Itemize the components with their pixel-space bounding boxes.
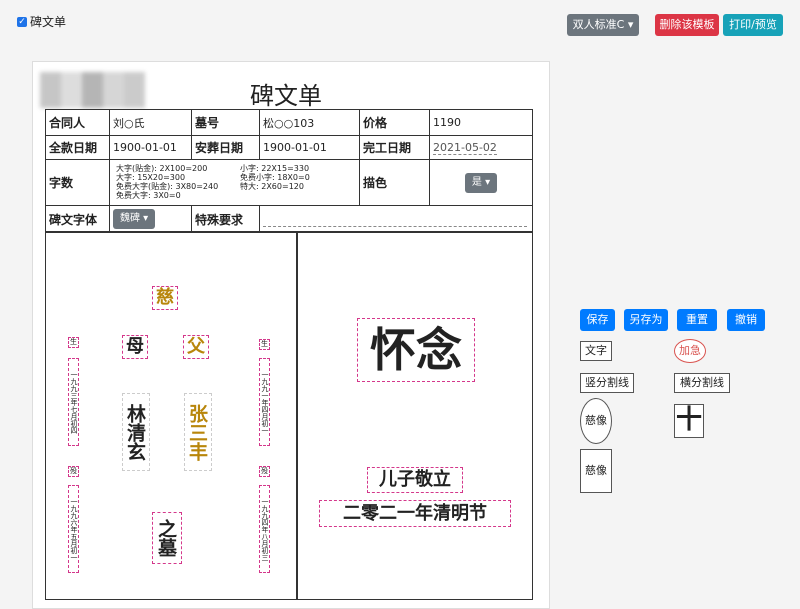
template-select-button[interactable]: 双人标准C ▾ [567,14,639,36]
blurred-logo [40,72,145,108]
count-line: 大字: 15X20=300 [116,173,186,182]
document-title: 碑文单 [250,82,322,110]
price-value[interactable]: 1190 [430,110,532,136]
left-death-mark[interactable]: 殁 [68,466,79,477]
right-birth-date[interactable]: 一九九一年四月初一 [259,358,270,446]
cross-tool[interactable]: 十 [674,404,704,438]
count-left-list: 大字(贴金): 2X100=200 大字: 15X20=300 免费大字(贴金)… [116,164,238,200]
left-birth-date[interactable]: 一九九三年七月初四 [68,358,79,446]
portrait-oval-tool[interactable]: 慈像 [580,398,612,444]
main-inscription-text[interactable]: 怀念 [357,318,475,382]
save-as-button[interactable]: 另存为 [624,309,668,331]
finish-date-label: 完工日期 [360,136,430,160]
count-right-list: 小字: 22X15=330 免费小字: 18X0=0 特大: 2X60=120 [240,164,358,191]
contract-value[interactable]: 刘○氏 [110,110,192,136]
print-preview-button[interactable]: 打印/预览 [723,14,783,36]
price-label: 价格 [360,110,430,136]
pay-date-label: 全款日期 [46,136,110,160]
paint-label: 描色 [360,160,430,206]
reset-button[interactable]: 重置 [677,309,717,331]
undo-button[interactable]: 撤销 [727,309,765,331]
burial-date-value[interactable]: 1900-01-01 [260,136,360,160]
info-table: 合同人 刘○氏 墓号 松○○103 价格 1190 全款日期 1900-01-0… [45,109,533,233]
paint-dropdown[interactable]: 是 ▾ [464,172,498,193]
delete-template-button[interactable]: 删除该模板 [655,14,719,36]
sign-text[interactable]: 儿子敬立 [367,467,463,493]
char-count-label: 字数 [46,160,110,206]
paint-value: 是 [471,176,482,188]
count-line: 特大: 2X60=120 [240,182,304,191]
portrait-rect-tool[interactable]: 慈像 [580,449,612,493]
count-line: 免费大字: 3X0=0 [116,191,181,200]
left-birth-mark[interactable]: 生 [68,337,79,348]
horizontal-divider-tool[interactable]: 横分割线 [674,373,730,393]
right-tablet [296,231,533,600]
font-dropdown[interactable]: 魏碑 ▾ [113,209,156,229]
finish-date-input[interactable]: 2021-05-02 [433,141,497,155]
right-birth-mark[interactable]: 生 [259,339,270,350]
stele-checkbox[interactable]: ✓ 碑文单 [17,13,66,30]
mother-text[interactable]: 母 [122,335,148,359]
checkbox-label: 碑文单 [30,15,67,29]
grave-value[interactable]: 松○○103 [260,110,360,136]
text-tool[interactable]: 文字 [580,341,612,361]
special-label: 特殊要求 [192,206,260,232]
special-input[interactable] [263,212,527,227]
count-line: 小字: 22X15=330 [240,164,310,173]
burial-date-label: 安葬日期 [192,136,260,160]
date-text[interactable]: 二零二一年清明节 [319,500,511,527]
vertical-divider-tool[interactable]: 竖分割线 [580,373,634,393]
template-select-label: 双人标准C [572,18,625,31]
finish-date-cell: 2021-05-02 [430,136,532,160]
grave-label: 墓号 [192,110,260,136]
count-line: 免费大字(贴金): 3X80=240 [116,182,219,191]
save-button[interactable]: 保存 [580,309,615,331]
right-death-date[interactable]: 一九九四年八月初三 [259,485,270,573]
checkbox-check-icon[interactable]: ✓ [17,16,27,27]
mother-name-text[interactable]: 林清玄 [122,393,150,471]
father-text[interactable]: 父 [183,335,209,359]
father-name-text[interactable]: 张三丰 [184,393,212,471]
special-cell [260,206,532,232]
left-death-date[interactable]: 一九九六年五月初一 [68,485,79,573]
add-urgent-tool[interactable]: 加急 [674,339,706,363]
right-death-mark[interactable]: 殁 [259,466,270,477]
char-count-details: 大字(贴金): 2X100=200 大字: 15X20=300 免费大字(贴金)… [110,160,360,206]
grave-text[interactable]: 之墓 [152,512,182,564]
font-value: 魏碑 [120,213,140,224]
top-bar: ✓ 碑文单 双人标准C ▾ 删除该模板 打印/预览 [0,0,800,44]
paint-cell: 是 ▾ [430,160,532,206]
top-char-text[interactable]: 慈 [152,286,178,310]
count-line: 免费小字: 18X0=0 [240,173,310,182]
contract-label: 合同人 [46,110,110,136]
pay-date-value[interactable]: 1900-01-01 [110,136,192,160]
font-label: 碑文字体 [46,206,110,232]
count-line: 大字(贴金): 2X100=200 [116,164,208,173]
font-cell: 魏碑 ▾ [110,206,192,232]
